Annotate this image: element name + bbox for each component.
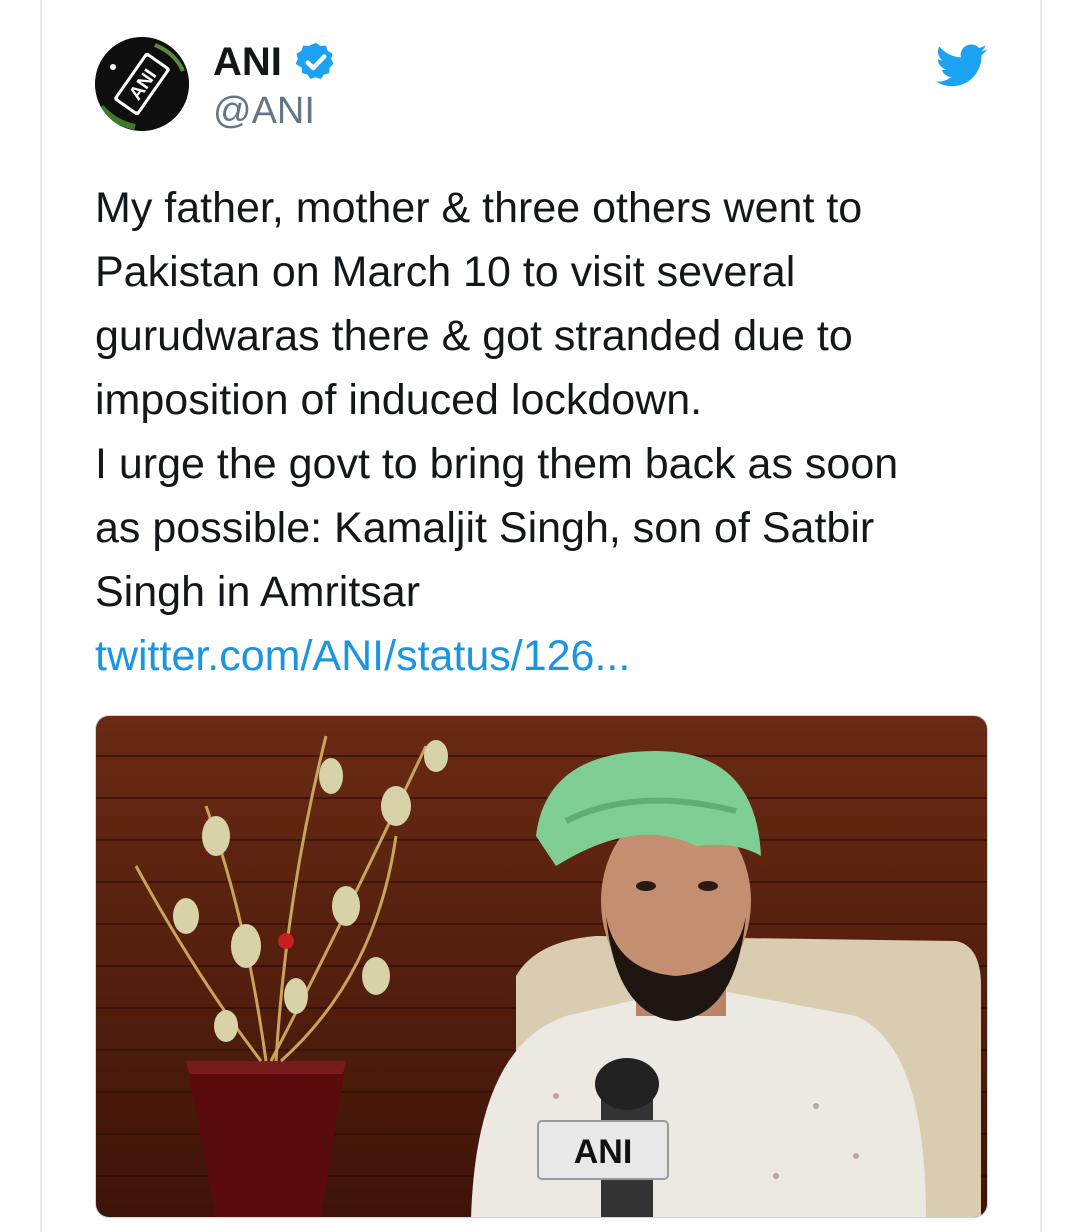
ani-logo: ANI [95, 37, 189, 131]
author-handle[interactable]: @ANI [213, 90, 315, 133]
tweet-card: ANI ANI @ANI My father, mother & three o… [0, 0, 1080, 1232]
mic-flag-label: ANI [574, 1133, 633, 1171]
tweet-link[interactable]: twitter.com/ANI/status/126... [95, 624, 630, 688]
tweet-media-image[interactable]: ANI [95, 715, 988, 1218]
author-name-row[interactable]: ANI [213, 38, 338, 86]
twitter-bird-icon[interactable] [936, 44, 988, 88]
interview-photo: ANI [96, 716, 987, 1217]
card-right-border [1040, 0, 1042, 1232]
author-display-name[interactable]: ANI [213, 40, 282, 85]
card-left-border [40, 0, 42, 1232]
avatar[interactable]: ANI [95, 37, 189, 131]
tweet-text: My father, mother & three others went to… [95, 184, 899, 616]
verified-badge-icon [295, 42, 334, 80]
